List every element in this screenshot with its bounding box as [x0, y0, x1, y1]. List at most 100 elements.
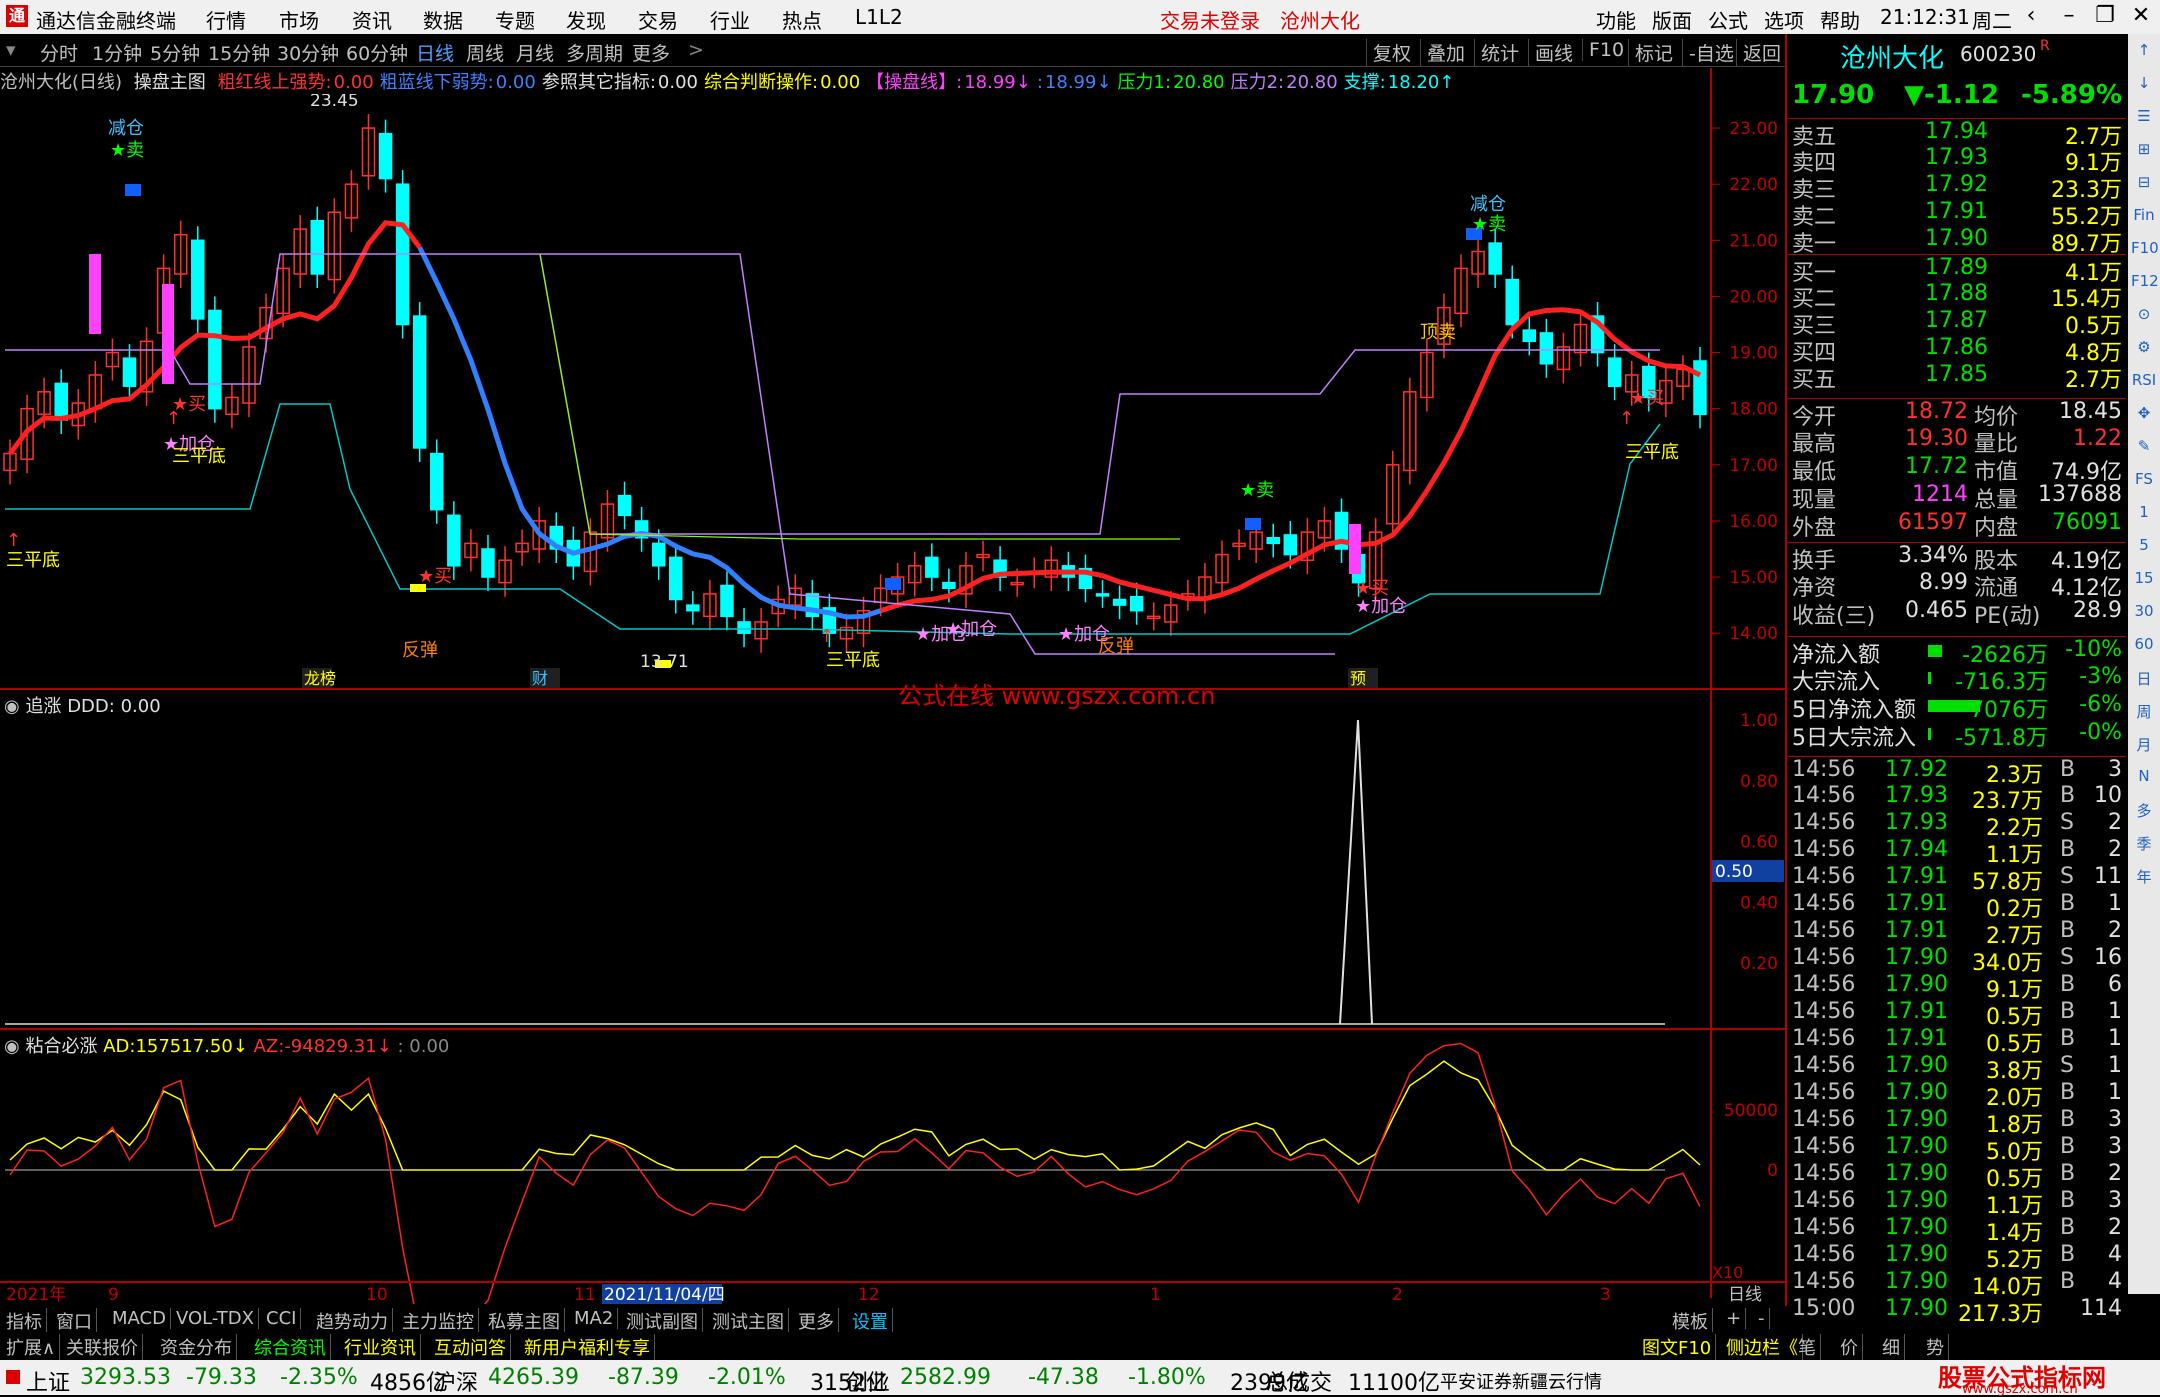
tab-indicator-1[interactable]: 窗口: [52, 1308, 97, 1334]
side-tool-4-icon[interactable]: ⊟: [2131, 173, 2157, 199]
sub2-title[interactable]: 粘合必涨: [25, 1036, 97, 1057]
period-1min[interactable]: 1分钟: [92, 39, 142, 66]
back-icon[interactable]: ‹: [2016, 3, 2046, 31]
tab-info-right-1[interactable]: 侧边栏《: [1722, 1334, 1803, 1360]
menu-shichang[interactable]: 市场: [279, 5, 319, 34]
side-tool-19-icon[interactable]: 季: [2131, 833, 2157, 859]
sub1-icon[interactable]: ◉: [4, 696, 20, 717]
side-tool-14-icon[interactable]: 日: [2131, 668, 2157, 694]
tab-indicator-0[interactable]: 指标: [2, 1308, 47, 1334]
tab-indicator-9[interactable]: 测试副图: [622, 1308, 703, 1334]
close-icon[interactable]: ✕: [2126, 3, 2156, 31]
tab-info-5[interactable]: 互动问答: [430, 1334, 511, 1360]
side-tool-9-icon[interactable]: ⚙: [2131, 338, 2157, 364]
restore-icon[interactable]: ❐: [2090, 3, 2120, 31]
side-tool-18-icon[interactable]: 多: [2131, 800, 2157, 826]
sub2-icon[interactable]: ◉: [4, 1036, 20, 1057]
panel-divider[interactable]: [0, 1028, 1785, 1030]
tab-info-2[interactable]: 资金分布: [156, 1334, 237, 1360]
period-30min[interactable]: 30分钟: [277, 39, 339, 66]
tab-info-right-2[interactable]: 笔: [1794, 1334, 1821, 1360]
menu-redian[interactable]: 热点: [782, 5, 822, 34]
tab-info-4[interactable]: 行业资讯: [340, 1334, 421, 1360]
tab-indicator-5[interactable]: 趋势动力: [312, 1308, 393, 1334]
period-weekly[interactable]: 周线: [466, 39, 504, 66]
menu-jiaoyi[interactable]: 交易: [638, 5, 678, 34]
tab-indicator-2[interactable]: MACD: [108, 1308, 171, 1329]
side-tool-7-icon[interactable]: F12: [2131, 272, 2159, 298]
btn-diejia[interactable]: 叠加: [1420, 39, 1465, 66]
side-tool-17-icon[interactable]: N: [2131, 767, 2157, 793]
btn-huaxian[interactable]: 画线: [1528, 39, 1573, 66]
login-status[interactable]: 交易未登录: [1160, 5, 1260, 34]
period-monthly[interactable]: 月线: [516, 39, 554, 66]
tab-info-0[interactable]: 扩展∧: [2, 1334, 61, 1360]
tab-indicator-6[interactable]: 主力监控: [398, 1308, 479, 1334]
side-period-5[interactable]: 5: [2131, 536, 2157, 562]
side-period-60[interactable]: 60: [2131, 635, 2157, 661]
tab-info-right-0[interactable]: 图文F10: [1638, 1334, 1717, 1360]
period-more[interactable]: 更多: [632, 39, 670, 66]
side-tool-5-icon[interactable]: Fin: [2131, 206, 2157, 232]
side-tool-1-icon[interactable]: ↓: [2131, 74, 2157, 100]
side-tool-12-icon[interactable]: ✎: [2131, 437, 2157, 463]
side-tool-11-icon[interactable]: ✥: [2131, 404, 2157, 430]
panel-divider[interactable]: [0, 688, 1785, 690]
side-period-1[interactable]: 1: [2131, 503, 2157, 529]
side-tool-16-icon[interactable]: 月: [2131, 734, 2157, 760]
side-tool-20-icon[interactable]: 年: [2131, 866, 2157, 892]
status-index-name[interactable]: 创业: [846, 1365, 890, 1397]
tab-indicator-7[interactable]: 私募主图: [484, 1308, 565, 1334]
period-daily[interactable]: 日线: [416, 39, 454, 66]
toolbar-arrow-icon[interactable]: ▾: [6, 39, 16, 61]
menu-hangqing[interactable]: 行情: [206, 5, 246, 34]
btn-zixuan[interactable]: -自选: [1682, 39, 1734, 66]
btn-fuquan[interactable]: 复权: [1366, 39, 1411, 66]
side-tool-2-icon[interactable]: ☰: [2131, 107, 2157, 133]
menu-xuanxiang[interactable]: 选项: [1764, 5, 1804, 34]
chevron-right-icon[interactable]: >: [688, 39, 704, 61]
chart-area[interactable]: 23.00 22.00 21.00 20.00 19.00 18.00 17.00 16.00…: [0, 91, 1785, 1369]
period-15min[interactable]: 15分钟: [208, 39, 270, 66]
period-60min[interactable]: 60分钟: [346, 39, 408, 66]
tag-cai[interactable]: 财: [532, 669, 548, 688]
tag-yu[interactable]: 预: [1350, 669, 1366, 688]
side-tool-15-icon[interactable]: 周: [2131, 701, 2157, 727]
tab-info-right-3[interactable]: 价: [1836, 1334, 1863, 1360]
period-multi[interactable]: 多周期: [566, 39, 623, 66]
btn-fanhui[interactable]: 返回: [1736, 39, 1781, 66]
tab-right-0[interactable]: 模板: [1668, 1308, 1713, 1334]
tab-info-1[interactable]: 关联报价: [62, 1334, 143, 1360]
side-tool-13-icon[interactable]: FS: [2131, 470, 2157, 496]
tab-indicator-4[interactable]: CCI: [262, 1308, 302, 1329]
status-index-name[interactable]: 沪深: [434, 1365, 478, 1397]
period-fenshi[interactable]: 分时: [40, 39, 78, 66]
status-index-name[interactable]: 上证: [26, 1365, 70, 1397]
menu-zixun[interactable]: 资讯: [352, 5, 392, 34]
tab-indicator-12[interactable]: 设置: [848, 1308, 893, 1334]
tag-ranking[interactable]: 龙榜: [304, 669, 336, 688]
tab-indicator-8[interactable]: MA2: [570, 1308, 619, 1329]
side-tool-6-icon[interactable]: F10: [2131, 239, 2159, 265]
tab-info-right-5[interactable]: 势: [1922, 1334, 1949, 1360]
btn-tongji[interactable]: 统计: [1474, 39, 1519, 66]
formula-name[interactable]: 操盘主图: [134, 72, 206, 93]
side-tool-3-icon[interactable]: ⊞: [2131, 140, 2157, 166]
side-period-30[interactable]: 30: [2131, 602, 2157, 628]
sub1-title[interactable]: 追涨: [25, 696, 61, 717]
menu-gongneng[interactable]: 功能: [1596, 5, 1636, 34]
side-tool-0-icon[interactable]: ↑: [2131, 41, 2157, 67]
minimize-icon[interactable]: –: [2054, 3, 2084, 31]
side-tool-8-icon[interactable]: ⊙: [2131, 305, 2157, 331]
menu-bangzhu[interactable]: 帮助: [1820, 5, 1860, 34]
tab-indicator-11[interactable]: 更多: [794, 1308, 839, 1334]
period-5min[interactable]: 5分钟: [150, 39, 200, 66]
tab-info-right-4[interactable]: 细: [1878, 1334, 1905, 1360]
menu-banmian[interactable]: 版面: [1652, 5, 1692, 34]
menu-faxian[interactable]: 发现: [566, 5, 606, 34]
menu-zhuanti[interactable]: 专题: [495, 5, 535, 34]
menu-l1l2[interactable]: L1L2: [855, 5, 903, 29]
side-tool-10-icon[interactable]: RSI: [2131, 371, 2157, 397]
menu-gongshi[interactable]: 公式: [1708, 5, 1748, 34]
side-period-15[interactable]: 15: [2131, 569, 2157, 595]
